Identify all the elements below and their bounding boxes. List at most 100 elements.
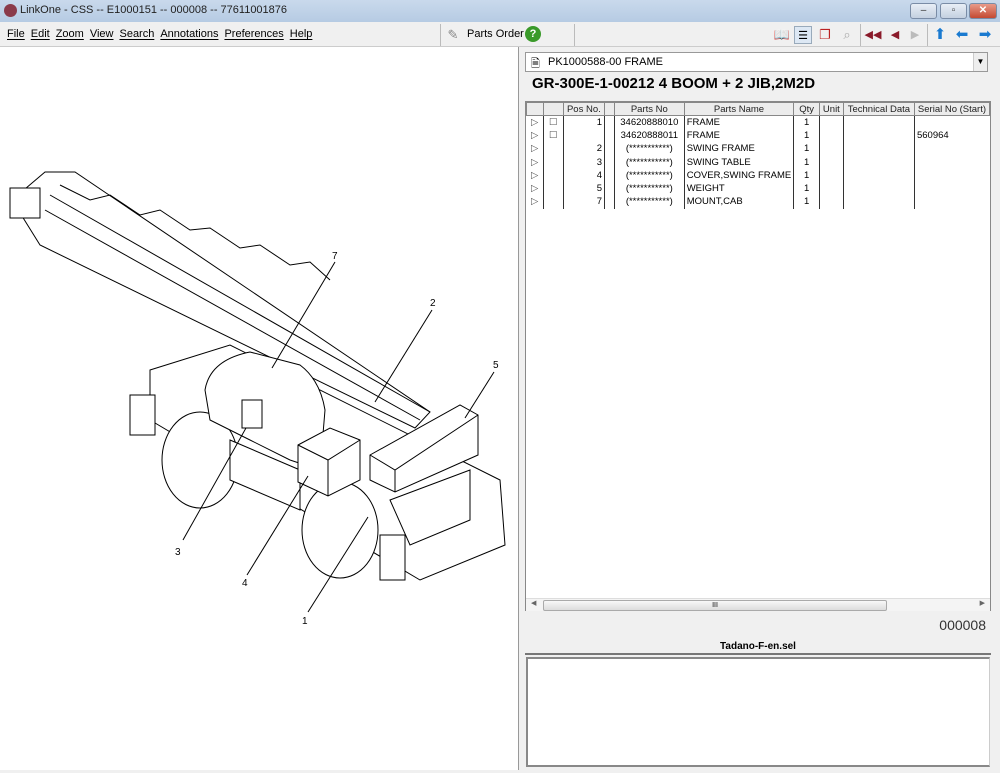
callout-7[interactable]: 7: [332, 251, 338, 262]
document-icon: 🗎: [531, 58, 540, 70]
checkbox[interactable]: [542, 155, 564, 169]
illustration-pane[interactable]: 7 2 5 3 4 1: [0, 47, 519, 770]
column-header[interactable]: Unit: [818, 102, 844, 116]
app-icon: [4, 4, 17, 17]
page-title: GR-300E-1-00212 4 BOOM + 2 JIB,2M2D: [532, 75, 816, 92]
back-arrow-icon[interactable]: ⬅: [953, 26, 971, 44]
pos-no: [562, 128, 605, 143]
menu-help[interactable]: Help: [290, 28, 313, 40]
table-row[interactable]: ▷ 3 (***********) SWING TABLE 1: [527, 155, 990, 169]
scroll-right-icon[interactable]: ▶: [980, 599, 985, 607]
menu-zoom[interactable]: Zoom: [56, 28, 84, 40]
table-row[interactable]: ▷ ☐ 1 34620888010 FRAME 1: [527, 115, 990, 129]
menu-view[interactable]: View: [90, 28, 114, 40]
expand-icon[interactable]: ▷: [527, 116, 544, 129]
up-arrow-icon[interactable]: ⬆: [931, 26, 949, 44]
zoom-icon[interactable]: ⌕: [838, 26, 856, 44]
book-icon[interactable]: 📖: [773, 26, 791, 44]
checkbox[interactable]: [542, 142, 564, 156]
list-view-icon[interactable]: ☰: [794, 26, 812, 44]
parts-order-button[interactable]: Parts Order: [467, 28, 524, 40]
column-header[interactable]: [526, 102, 544, 116]
menu-preferences[interactable]: Preferences: [224, 28, 283, 40]
callout-2[interactable]: 2: [430, 298, 436, 309]
qty: 1: [793, 128, 820, 143]
unit: [818, 128, 844, 143]
serial-no: [913, 155, 990, 169]
column-header[interactable]: [604, 102, 615, 116]
column-header[interactable]: [542, 102, 564, 116]
column-header[interactable]: Pos No.: [562, 102, 606, 116]
table-row[interactable]: ▷ ☐ 34620888011 FRAME 1 560964: [527, 128, 990, 143]
close-button[interactable]: ✕: [969, 3, 997, 19]
scrollbar-thumb[interactable]: III: [543, 600, 887, 611]
checkbox[interactable]: ☐: [542, 115, 564, 129]
column-header[interactable]: Parts No: [613, 102, 685, 116]
expand-icon[interactable]: ▷: [527, 169, 544, 182]
pos-no: 3: [562, 155, 605, 169]
selection-list-title: Tadano-F-en.sel: [525, 639, 991, 655]
parts-no: 34620888010: [613, 115, 685, 129]
column-header[interactable]: Qty: [793, 102, 820, 116]
serial-no: [913, 195, 990, 209]
expand-icon[interactable]: ▷: [527, 129, 544, 142]
forward-arrow-icon[interactable]: ➡: [976, 26, 994, 44]
column-header[interactable]: Parts Name: [683, 102, 795, 116]
qty: 1: [793, 115, 820, 129]
maximize-button[interactable]: ▫: [940, 3, 967, 19]
parts-name: MOUNT,CAB: [683, 195, 794, 209]
checkbox[interactable]: [542, 195, 564, 209]
checkbox[interactable]: ☐: [542, 128, 564, 143]
next-page-icon[interactable]: ▶: [906, 26, 924, 44]
callout-1[interactable]: 1: [302, 616, 308, 627]
minimize-button[interactable]: –: [910, 3, 937, 19]
column-header[interactable]: Serial No (Start): [913, 102, 991, 116]
technical-data: [842, 168, 915, 182]
technical-data: [842, 142, 915, 156]
qty: 1: [793, 142, 820, 156]
parts-name: SWING FRAME: [683, 142, 794, 156]
table-row[interactable]: ▷ 2 (***********) SWING FRAME 1: [527, 142, 990, 156]
menu-file[interactable]: File: [7, 28, 25, 40]
serial-no: [913, 115, 990, 129]
parts-name: SWING TABLE: [683, 155, 794, 169]
unit: [818, 142, 844, 156]
callout-4[interactable]: 4: [242, 578, 248, 589]
pos-no: 5: [562, 181, 605, 196]
table-row[interactable]: ▷ 5 (***********) WEIGHT 1: [527, 181, 990, 196]
technical-data: [842, 195, 915, 209]
qty: 1: [793, 195, 820, 209]
parts-pane: 🗎 PK1000588-00 FRAME ▼ GR-300E-1-00212 4…: [522, 47, 1000, 770]
chevron-down-icon[interactable]: ▼: [973, 53, 987, 71]
serial-no: [913, 181, 990, 196]
menu-annotations[interactable]: Annotations: [160, 28, 218, 40]
previous-page-icon[interactable]: ◀: [886, 26, 904, 44]
scroll-left-icon[interactable]: ◀: [531, 599, 536, 607]
expand-icon[interactable]: ▷: [527, 195, 544, 208]
expand-icon[interactable]: ▷: [527, 182, 544, 195]
parts-table: Pos No. Parts No Parts Name Qty Unit Technica…: [525, 101, 991, 611]
parts-no: (***********): [613, 155, 685, 169]
callout-5[interactable]: 5: [493, 360, 499, 371]
horizontal-scrollbar[interactable]: ◀ III ▶: [526, 598, 990, 611]
help-icon[interactable]: ?: [525, 26, 541, 42]
callout-3[interactable]: 3: [175, 547, 181, 558]
parts-name: WEIGHT: [683, 181, 794, 196]
pages-icon[interactable]: ❐: [816, 26, 834, 44]
column-header[interactable]: Technical Data: [842, 102, 915, 116]
checkbox[interactable]: [542, 168, 564, 182]
table-row[interactable]: ▷ 7 (***********) MOUNT,CAB 1: [527, 195, 990, 209]
expand-icon[interactable]: ▷: [527, 142, 544, 155]
checkbox[interactable]: [542, 181, 564, 196]
first-page-icon[interactable]: ◀◀: [864, 26, 882, 44]
page-select[interactable]: 🗎 PK1000588-00 FRAME ▼: [525, 52, 988, 72]
expand-icon[interactable]: ▷: [527, 155, 544, 168]
menu-edit[interactable]: Edit: [31, 28, 50, 40]
parts-no: (***********): [613, 195, 685, 209]
menu-search[interactable]: Search: [119, 28, 154, 40]
pos-no: 7: [562, 195, 605, 209]
serial-no: 560964: [913, 128, 990, 143]
parts-name: FRAME: [683, 115, 794, 129]
selection-list[interactable]: [526, 657, 990, 767]
table-row[interactable]: ▷ 4 (***********) COVER,SWING FRAME 1: [527, 168, 990, 182]
